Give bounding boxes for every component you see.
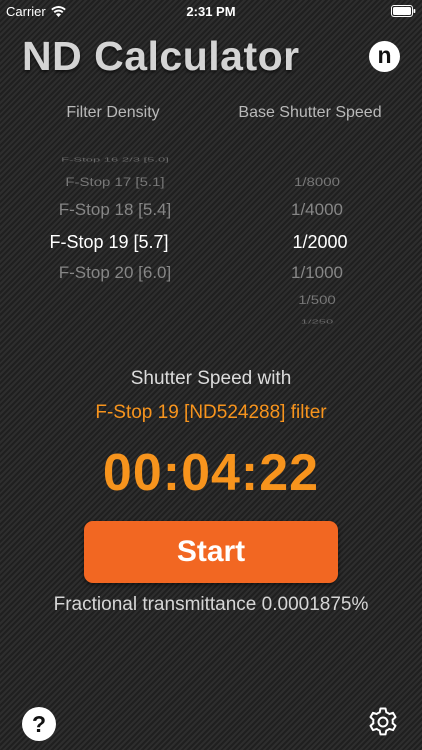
picker-option-selected[interactable]: F-Stop 19 [5.7] <box>15 232 215 253</box>
picker-option[interactable]: F-Stop 17 [5.1] <box>15 176 215 190</box>
app-logo-badge[interactable]: n <box>369 41 400 72</box>
result-filter: F-Stop 19 [ND524288] filter <box>95 402 327 423</box>
app-title: ND Calculator <box>22 33 300 79</box>
battery-icon <box>391 5 416 17</box>
status-bar: Carrier 2:31 PM <box>0 0 422 22</box>
picker-option[interactable]: 1/1000 <box>222 263 412 283</box>
settings-gear-icon[interactable] <box>366 705 400 739</box>
start-button[interactable]: Start <box>84 521 338 583</box>
status-time: 2:31 PM <box>186 4 236 19</box>
help-button[interactable]: ? <box>22 707 56 741</box>
filter-density-header: Filter Density <box>66 104 160 121</box>
result-label: Shutter Speed with <box>130 368 292 389</box>
picker-option[interactable]: 1/500 <box>222 294 412 308</box>
picker-option[interactable]: 1/250 <box>222 318 412 325</box>
filter-density-picker[interactable]: F-Stop 16 2/3 [5.0] F-Stop 17 [5.1] F-St… <box>15 146 215 326</box>
picker-option[interactable]: F-Stop 20 [6.0] <box>15 263 215 283</box>
picker-option[interactable]: F-Stop 18 [5.4] <box>15 200 215 220</box>
picker-option[interactable]: 1/8000 <box>222 176 412 190</box>
picker-option[interactable]: F-Stop 16 2/3 [5.0] <box>15 156 215 163</box>
picker-option-selected[interactable]: 1/2000 <box>228 232 412 253</box>
transmittance-text: Fractional transmittance 0.0001875% <box>53 594 369 615</box>
picker-option[interactable]: 1/4000 <box>222 200 412 220</box>
base-shutter-speed-picker[interactable]: 1/8000 1/4000 1/2000 1/1000 1/500 1/250 <box>222 146 412 326</box>
base-shutter-speed-header: Base Shutter Speed <box>238 104 382 121</box>
result-time: 00:04:22 <box>102 444 320 502</box>
